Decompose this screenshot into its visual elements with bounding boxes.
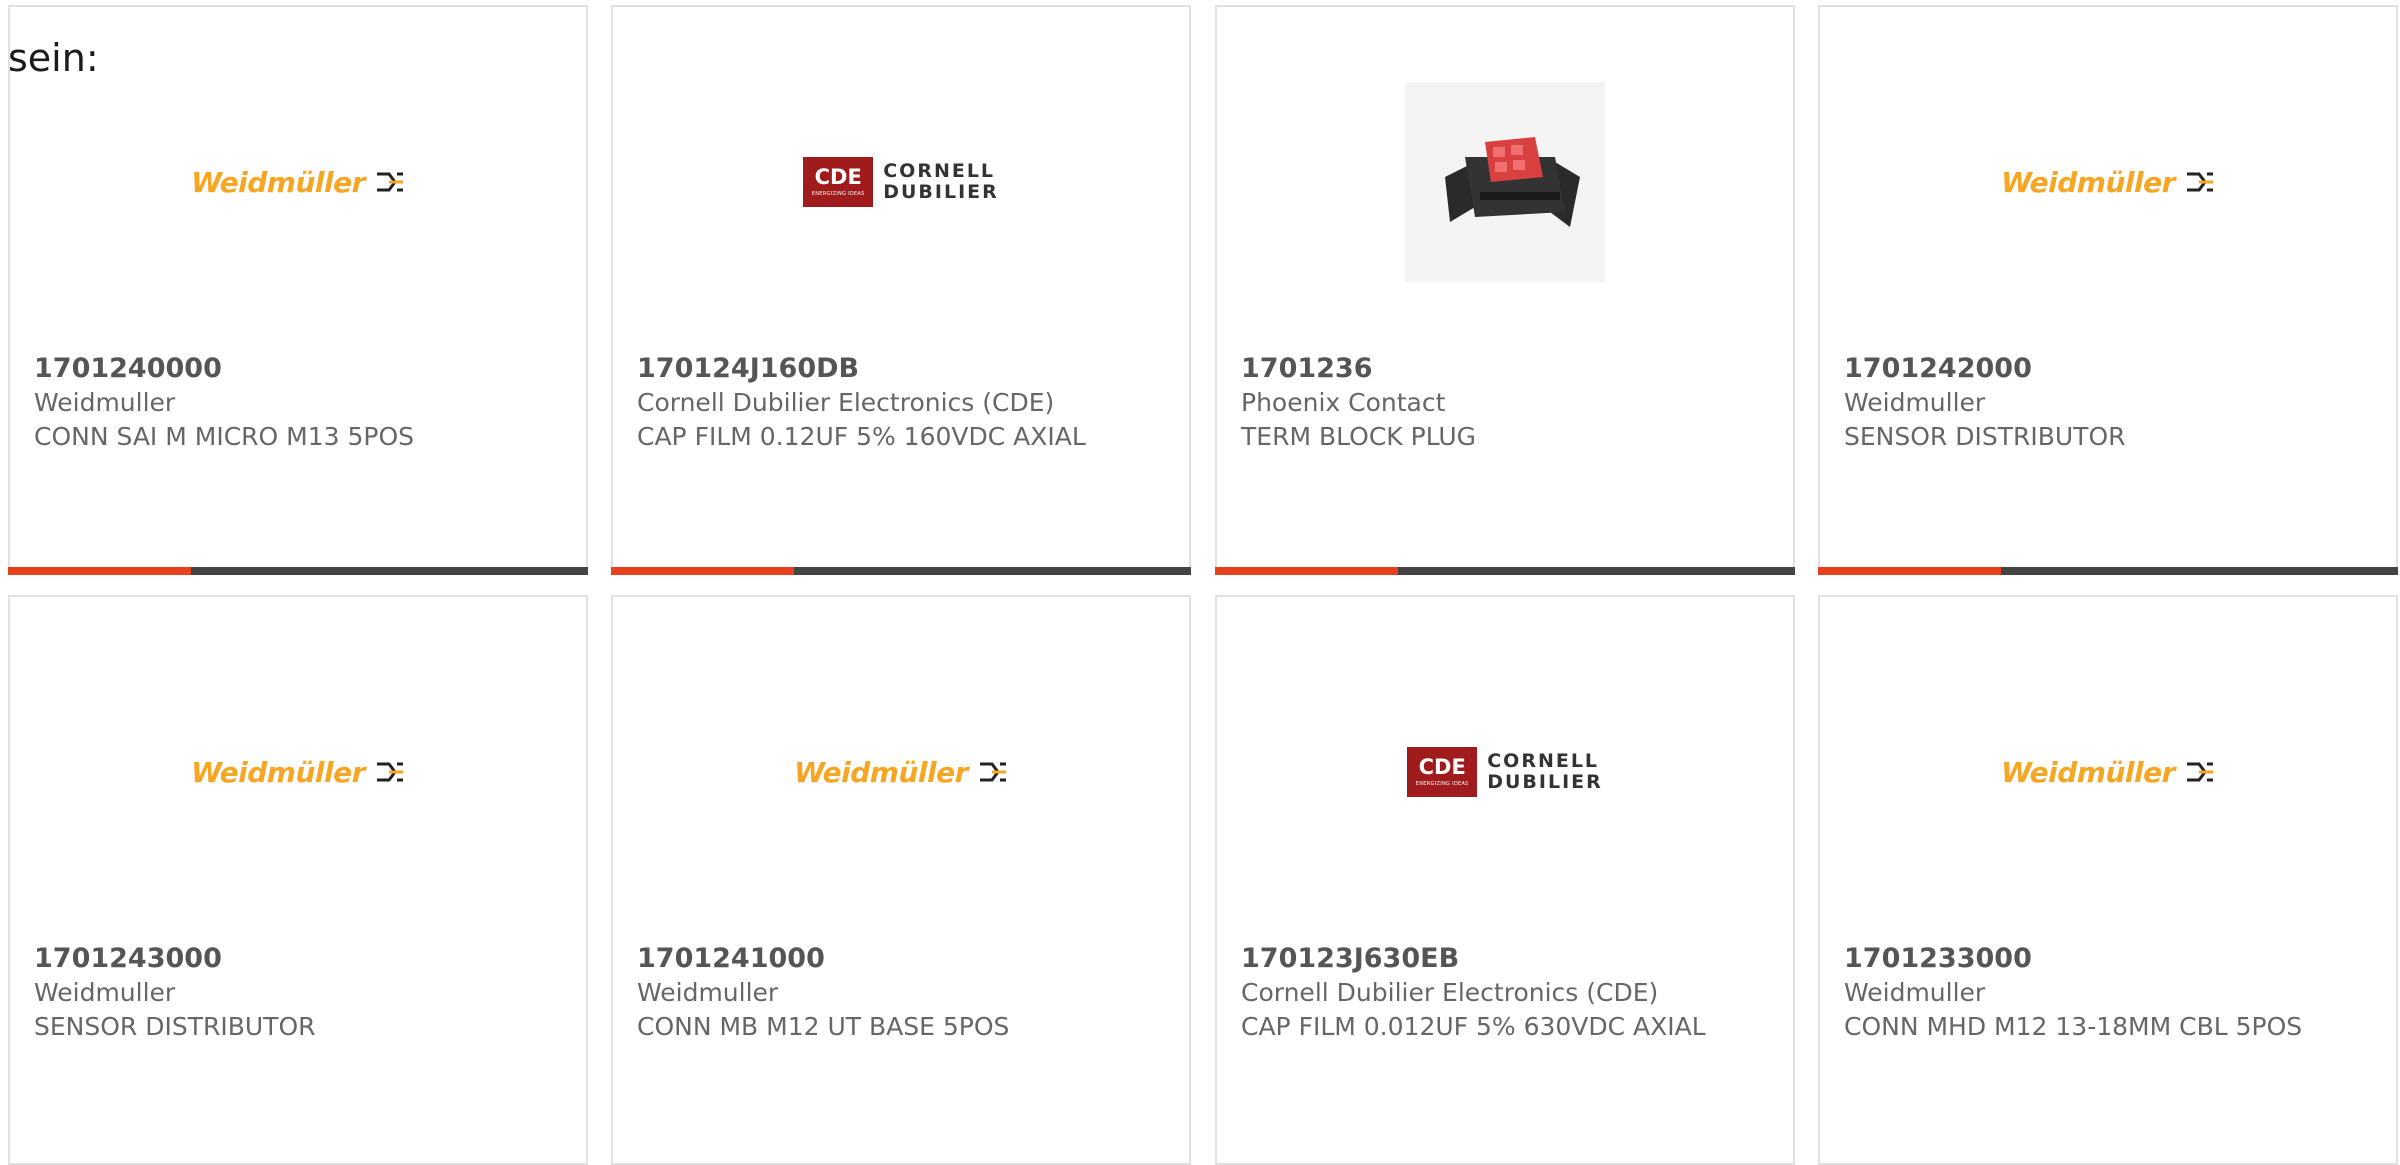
logo-line1: CORNELL xyxy=(1487,750,1600,772)
card-accent-bar xyxy=(1818,567,2398,575)
logo-tagline: ENERGIZING IDEAS xyxy=(1415,781,1469,787)
product-card[interactable]: Weidmüller 1701233000 Weidmuller CONN MH… xyxy=(1818,595,2398,1165)
product-image: Weidmüller xyxy=(613,667,1189,877)
product-image: Weidmüller xyxy=(10,77,586,287)
logo-text: Weidmüller xyxy=(191,755,365,789)
manufacturer: Weidmuller xyxy=(1844,388,1986,417)
manufacturer: Weidmuller xyxy=(34,978,176,1007)
weidmuller-logo: Weidmüller xyxy=(191,166,405,199)
logo-line2: DUBILIER xyxy=(883,181,999,203)
logo-line2: DUBILIER xyxy=(1487,771,1603,793)
weidmuller-mark-icon xyxy=(376,762,403,782)
part-number[interactable]: 1701242000 xyxy=(1844,352,2372,386)
manufacturer: Phoenix Contact xyxy=(1241,388,1446,417)
manufacturer: Cornell Dubilier Electronics (CDE) xyxy=(637,388,1055,417)
manufacturer: Weidmuller xyxy=(637,978,779,1007)
weidmuller-mark-icon xyxy=(376,172,403,192)
logo-text: Weidmüller xyxy=(794,755,968,789)
part-number[interactable]: 170123J630EB xyxy=(1241,942,1769,976)
description: CAP FILM 0.012UF 5% 630VDC AXIAL xyxy=(1241,1012,1706,1041)
description: CONN SAI M MICRO M13 5POS xyxy=(34,422,415,451)
card-accent-bar xyxy=(611,567,1191,575)
logo-tagline: ENERGIZING IDEAS xyxy=(811,191,865,197)
manufacturer: Weidmuller xyxy=(1844,978,1986,1007)
product-image: Weidmüller xyxy=(1820,667,2396,877)
description: TERM BLOCK PLUG xyxy=(1241,422,1477,451)
card-accent-bar xyxy=(8,567,588,575)
logo-text: Weidmüller xyxy=(191,165,365,199)
weidmuller-mark-icon xyxy=(2186,172,2213,192)
product-card[interactable]: CDE ENERGIZING IDEAS CORNELL DUBILIER 1701… xyxy=(1215,595,1795,1165)
card-accent-bar xyxy=(1215,567,1795,575)
part-number[interactable]: 1701243000 xyxy=(34,942,562,976)
description: SENSOR DISTRIBUTOR xyxy=(1844,422,2126,451)
description: SENSOR DISTRIBUTOR xyxy=(34,1012,316,1041)
product-card[interactable]: Weidmüller 1701242000 Weidmuller SENSOR … xyxy=(1818,5,2398,575)
logo-box-text: CDE xyxy=(814,165,862,189)
logo-line1: CORNELL xyxy=(883,160,996,182)
part-number[interactable]: 1701240000 xyxy=(34,352,562,386)
weidmuller-mark-icon xyxy=(979,762,1006,782)
product-image: CDE ENERGIZING IDEAS CORNELL DUBILIER xyxy=(613,77,1189,287)
product-image: Weidmüller xyxy=(1820,77,2396,287)
product-card[interactable]: Weidmüller 1701240000 Weidmuller CONN SA… xyxy=(8,5,588,575)
description: CONN MB M12 UT BASE 5POS xyxy=(637,1012,1010,1041)
manufacturer: Weidmuller xyxy=(34,388,176,417)
manufacturer: Cornell Dubilier Electronics (CDE) xyxy=(1241,978,1659,1007)
product-image: CDE ENERGIZING IDEAS CORNELL DUBILIER xyxy=(1217,667,1793,877)
terminal-block-photo xyxy=(1405,82,1605,282)
product-image: Weidmüller xyxy=(10,667,586,877)
weidmuller-logo: Weidmüller xyxy=(2001,166,2215,199)
weidmuller-logo: Weidmüller xyxy=(191,756,405,789)
part-number[interactable]: 1701236 xyxy=(1241,352,1769,386)
part-number[interactable]: 170124J160DB xyxy=(637,352,1165,386)
part-number[interactable]: 1701241000 xyxy=(637,942,1165,976)
product-card[interactable]: Weidmüller 1701241000 Weidmuller CONN MB… xyxy=(611,595,1191,1165)
weidmuller-logo: Weidmüller xyxy=(794,756,1008,789)
description: CAP FILM 0.12UF 5% 160VDC AXIAL xyxy=(637,422,1086,451)
weidmuller-logo: Weidmüller xyxy=(2001,756,2215,789)
description: CONN MHD M12 13-18MM CBL 5POS xyxy=(1844,1012,2303,1041)
product-image xyxy=(1217,77,1793,287)
product-card[interactable]: CDE ENERGIZING IDEAS CORNELL DUBILIER 1701… xyxy=(611,5,1191,575)
product-card[interactable]: 1701236 Phoenix Contact TERM BLOCK PLUG xyxy=(1215,5,1795,575)
weidmuller-mark-icon xyxy=(2186,762,2213,782)
product-card[interactable]: Weidmüller 1701243000 Weidmuller SENSOR … xyxy=(8,595,588,1165)
intro-text: sein: xyxy=(8,36,99,80)
logo-text: Weidmüller xyxy=(2001,165,2175,199)
cde-logo: CDE ENERGIZING IDEAS CORNELL DUBILIER xyxy=(1407,747,1603,797)
cde-logo: CDE ENERGIZING IDEAS CORNELL DUBILIER xyxy=(803,157,999,207)
part-number[interactable]: 1701233000 xyxy=(1844,942,2372,976)
logo-text: Weidmüller xyxy=(2001,755,2175,789)
logo-box-text: CDE xyxy=(1418,755,1466,779)
